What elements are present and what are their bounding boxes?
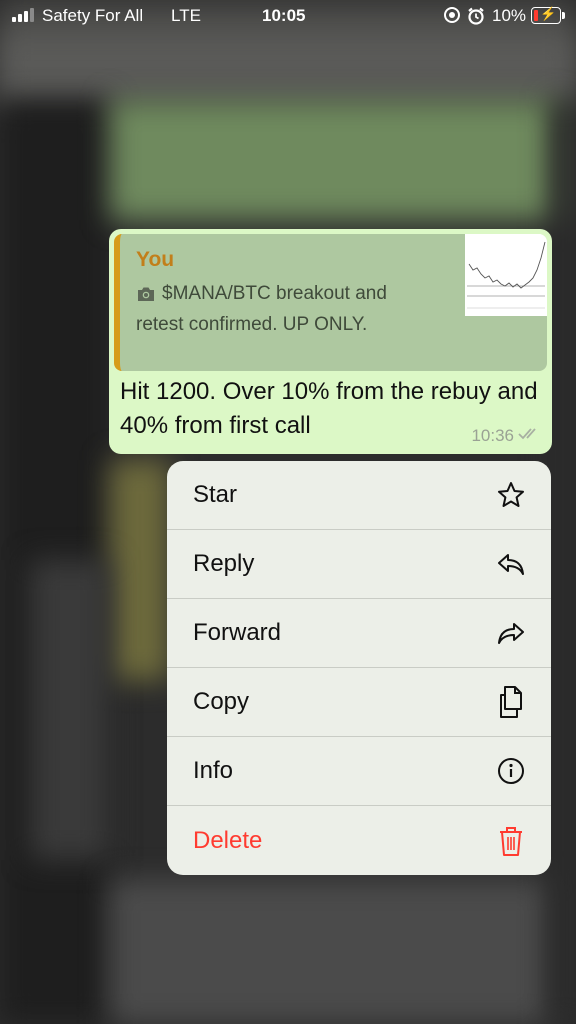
info-icon [495, 755, 527, 787]
carrier-name: Safety For All [42, 6, 144, 25]
quoted-message[interactable]: You $MANA/BTC breakout and retest confir… [114, 234, 547, 371]
message-bubble[interactable]: You $MANA/BTC breakout and retest confir… [109, 229, 552, 454]
camera-icon [136, 283, 156, 311]
menu-item-label: Delete [193, 826, 263, 854]
menu-item-info[interactable]: Info [167, 737, 551, 806]
menu-item-reply[interactable]: Reply [167, 530, 551, 599]
menu-item-label: Star [193, 481, 238, 508]
message-time: 10:36 [471, 426, 514, 445]
quoted-text: $MANA/BTC breakout and retest confirmed.… [136, 283, 387, 335]
menu-item-label: Reply [193, 550, 255, 577]
quoted-text-container: $MANA/BTC breakout and retest confirmed.… [136, 280, 436, 339]
context-menu: Star Reply Forward Copy Info Delete [167, 461, 551, 875]
menu-item-star[interactable]: Star [167, 461, 551, 530]
network-type: LTE [171, 6, 201, 25]
status-time: 10:05 [262, 6, 306, 25]
copy-icon [495, 686, 527, 718]
battery-charging-icon: ⚡ [531, 6, 565, 24]
double-check-icon [518, 426, 542, 446]
menu-item-label: Info [193, 757, 234, 784]
reply-icon [495, 548, 527, 580]
chart-thumbnail[interactable] [465, 234, 547, 316]
quoted-author: You [136, 248, 175, 271]
menu-item-label: Forward [193, 619, 282, 646]
signal-icon [12, 8, 34, 22]
battery-percent: 10% [492, 6, 527, 25]
message-meta: 10:36 [471, 426, 542, 446]
forward-icon [495, 617, 527, 649]
menu-item-label: Copy [193, 688, 250, 715]
menu-item-forward[interactable]: Forward [167, 599, 551, 668]
alarm-icon [466, 6, 486, 31]
trash-icon [495, 825, 527, 857]
menu-item-delete[interactable]: Delete [167, 806, 551, 875]
menu-item-copy[interactable]: Copy [167, 668, 551, 737]
status-bar: Safety For All LTE 10:05 10% ⚡ [0, 0, 576, 32]
star-icon [495, 479, 527, 511]
screen-record-icon [443, 6, 461, 29]
